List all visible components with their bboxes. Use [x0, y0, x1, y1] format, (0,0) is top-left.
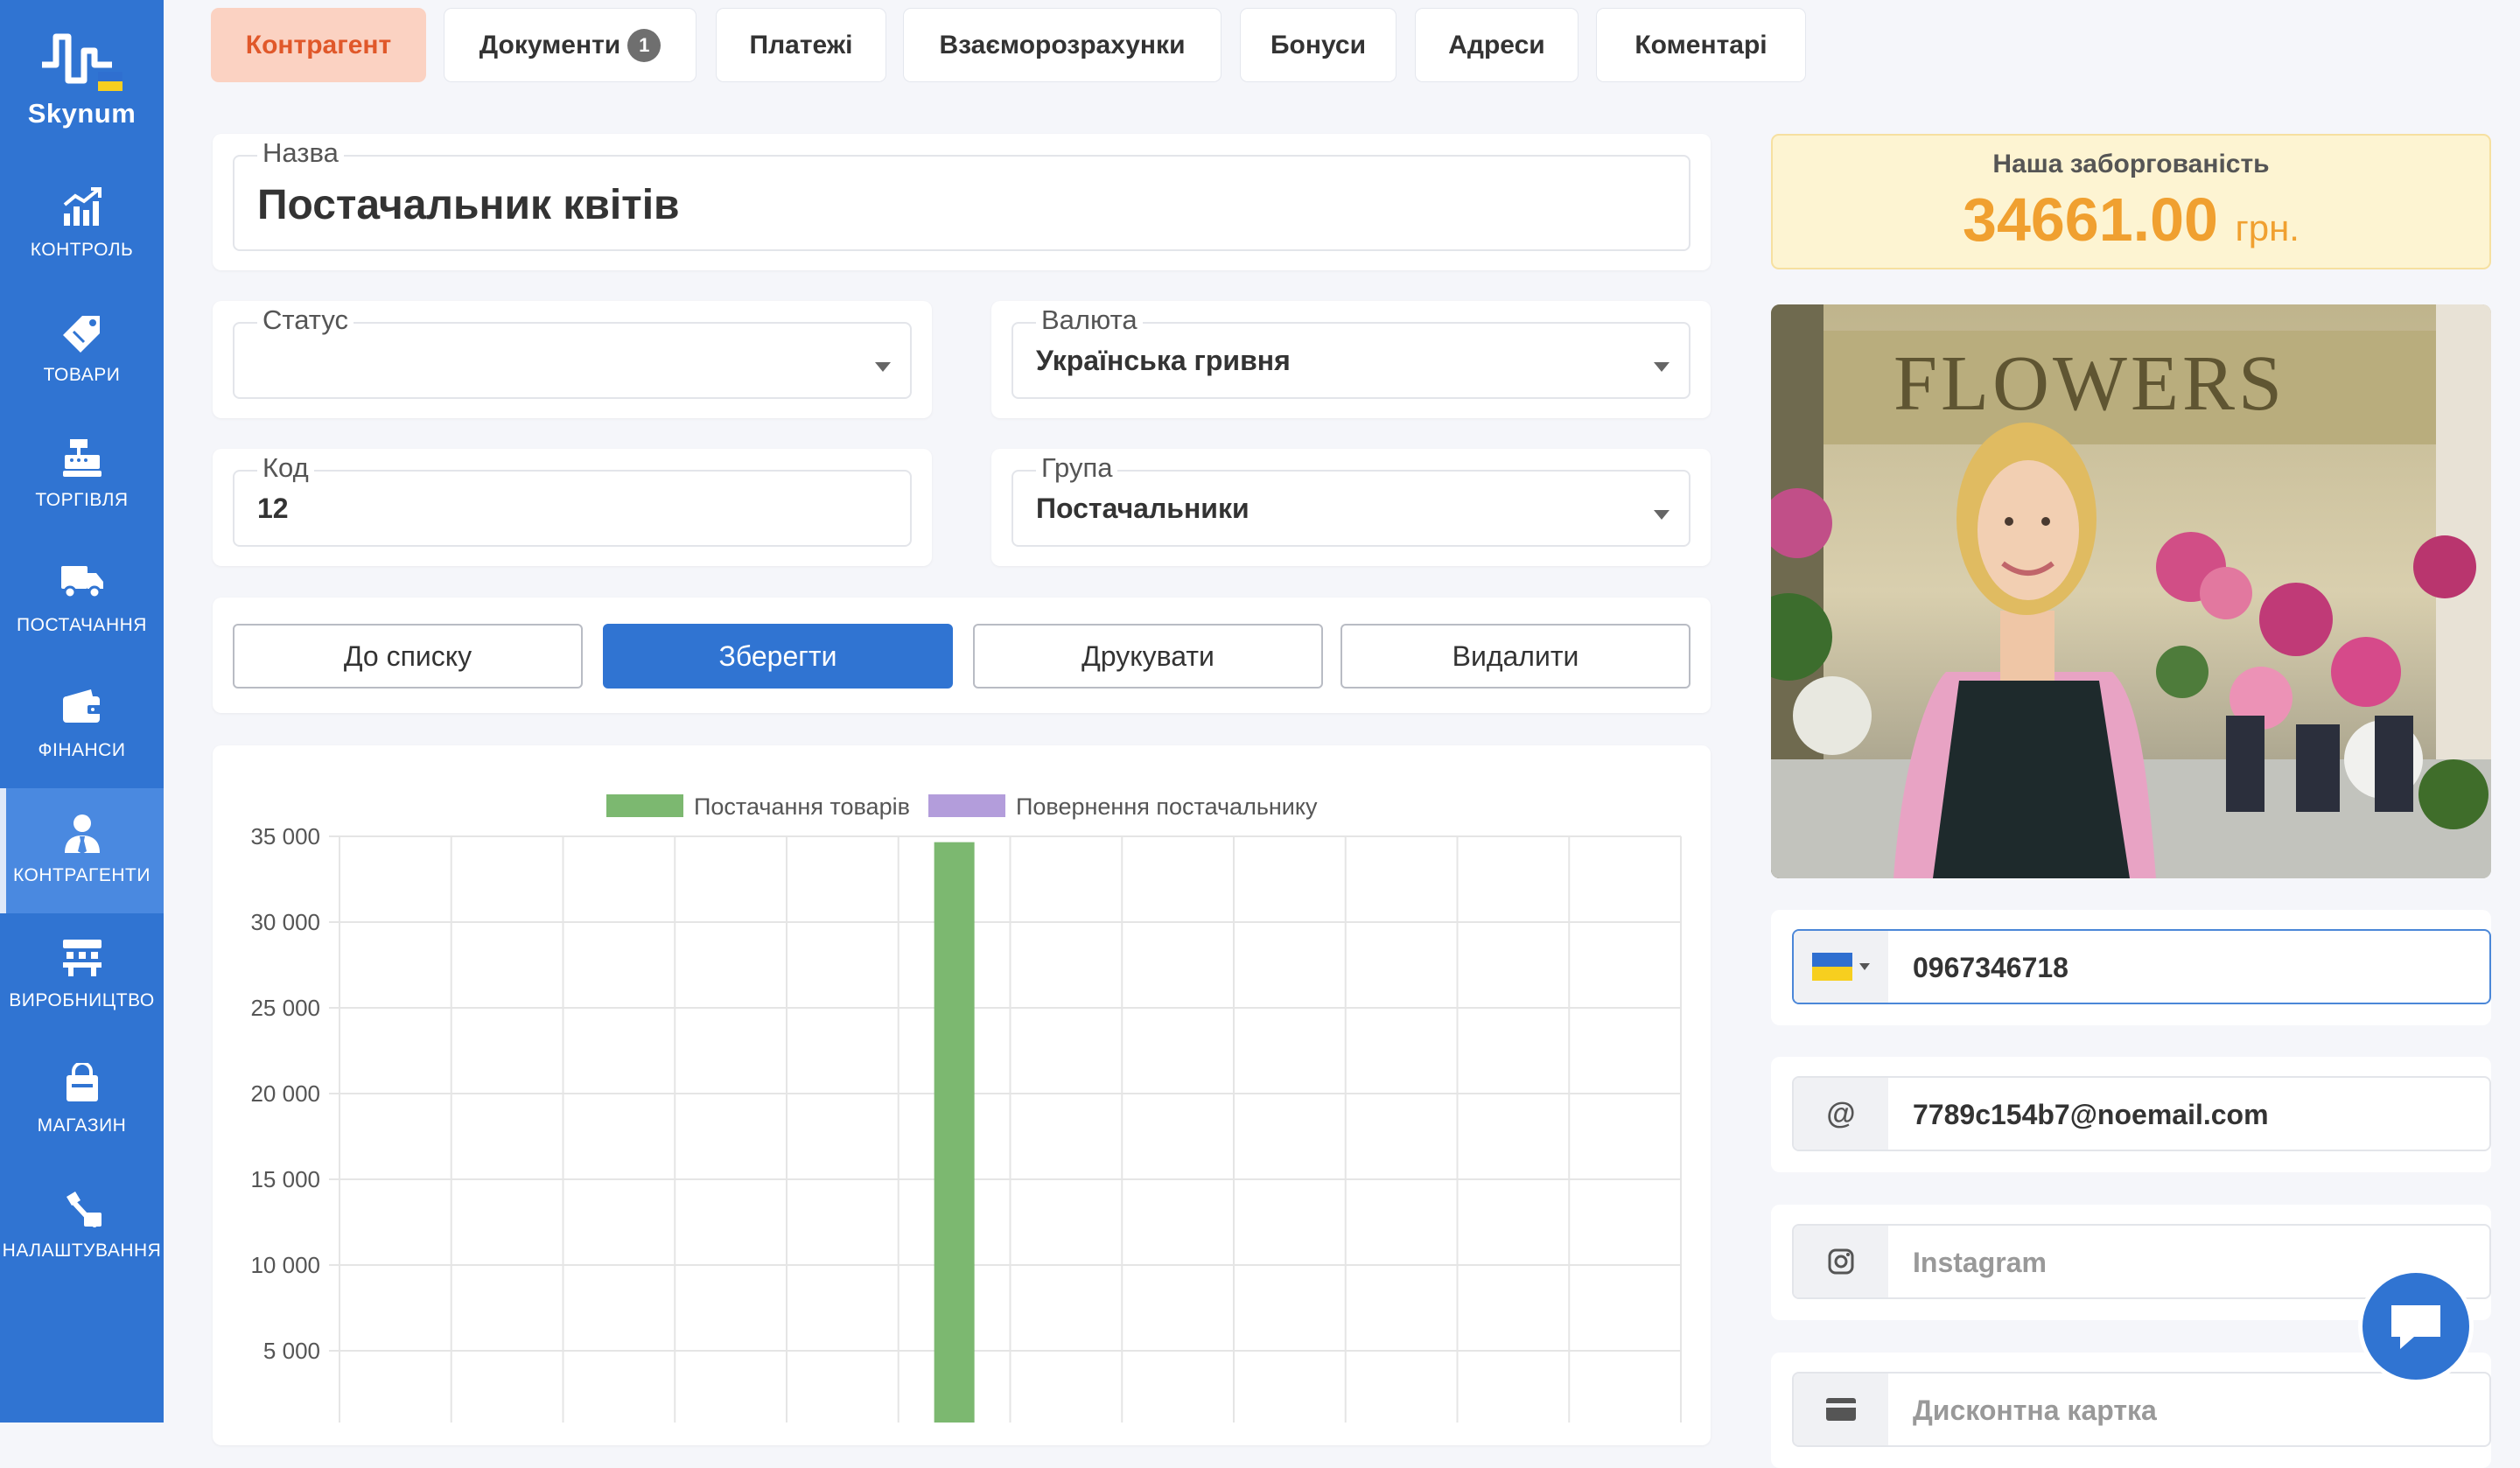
save-button[interactable]: Зберегти — [603, 624, 953, 689]
logo-wave-icon — [42, 33, 122, 91]
email-input[interactable]: @ 7789c154b7@noemail.com — [1792, 1076, 2491, 1151]
sidebar-item-trade[interactable]: ТОРГІВЛЯ — [0, 413, 164, 538]
chevron-down-icon — [1654, 510, 1670, 520]
tab-comments[interactable]: Коментарі — [1596, 8, 1806, 82]
wallet-icon — [62, 689, 102, 723]
name-card: Назва Постачальник квітів — [213, 134, 1711, 270]
supply-chart: 35 000 30 000 25 000 20 000 15 000 10 000 5 00… — [250, 793, 1682, 1423]
documents-count-badge: 1 — [627, 28, 662, 62]
code-label: Код — [257, 452, 314, 484]
code-value: 12 — [257, 493, 289, 524]
sidebar-item-contractors[interactable]: КОНТРАГЕНТИ — [0, 788, 164, 913]
email-value: 7789c154b7@noemail.com — [1913, 1099, 2269, 1130]
delete-button[interactable]: Видалити — [1340, 624, 1690, 689]
logo[interactable]: Skynum — [0, 0, 164, 149]
at-icon: @ — [1794, 1078, 1888, 1150]
phone-input[interactable]: 0967346718 — [1792, 929, 2491, 1004]
phone-card: 0967346718 — [1771, 910, 2491, 1025]
sidebar-item-goods[interactable]: ТОВАРИ — [0, 288, 164, 413]
sidebar-nav: КОНТРОЛЬ ТОВАРИ ТОРГІВЛЯ ПОСТАЧАННЯ ФІНА… — [0, 163, 164, 1289]
group-select[interactable]: Група Постачальники — [1012, 452, 1690, 547]
code-field[interactable]: Код 12 — [233, 452, 912, 547]
sidebar-item-control[interactable]: КОНТРОЛЬ — [0, 163, 164, 288]
legend-label: Повернення постачальнику — [1016, 793, 1318, 820]
y-tick-label: 35 000 — [250, 823, 320, 849]
legend-swatch — [606, 794, 683, 817]
status-select[interactable]: Статус — [233, 304, 912, 399]
tab-payments[interactable]: Платежі — [716, 8, 886, 82]
instagram-icon — [1828, 1248, 1854, 1275]
code-card: Код 12 — [213, 449, 932, 566]
y-tick-label: 20 000 — [250, 1080, 320, 1107]
flower-shop-photo-image: FLOWERS — [1771, 304, 2491, 878]
cash-register-icon — [62, 439, 102, 477]
y-tick-label: 10 000 — [250, 1252, 320, 1278]
currency-select[interactable]: Валюта Українська гривня — [1012, 304, 1690, 399]
chevron-down-icon — [1859, 963, 1870, 970]
group-value: Постачальники — [1036, 493, 1250, 524]
sidebar-item-supply[interactable]: ПОСТАЧАННЯ — [0, 538, 164, 663]
y-tick-label: 30 000 — [250, 909, 320, 935]
email-card: @ 7789c154b7@noemail.com — [1771, 1057, 2491, 1172]
group-label: Група — [1036, 452, 1118, 484]
tab-settlements[interactable]: Взаєморозрахунки — [903, 8, 1222, 82]
instagram-placeholder: Instagram — [1913, 1247, 2047, 1278]
ukraine-flag-icon — [1812, 953, 1852, 981]
shop-bag-icon — [66, 1063, 98, 1101]
credit-card-icon — [1826, 1398, 1856, 1421]
tab-contractor[interactable]: Контрагент — [211, 8, 426, 82]
y-tick-label: 5 000 — [263, 1338, 320, 1364]
tab-bonuses[interactable]: Бонуси — [1240, 8, 1396, 82]
logo-text: Skynum — [27, 98, 136, 129]
debt-panel: Наша заборгованість 34661.00 грн. — [1771, 134, 2491, 269]
tab-addresses[interactable]: Адреси — [1415, 8, 1578, 82]
tools-icon — [66, 1192, 102, 1227]
sidebar-item-finance[interactable]: ФІНАНСИ — [0, 663, 164, 788]
sidebar-item-production[interactable]: ВИРОБНИЦТВО — [0, 913, 164, 1038]
sidebar: Skynum КОНТРОЛЬ ТОВАРИ ТОРГІВЛЯ ПОСТАЧАН… — [0, 0, 164, 1423]
discount-card-input[interactable]: Дисконтна картка — [1792, 1372, 2491, 1447]
currency-value: Українська гривня — [1036, 345, 1291, 376]
sidebar-item-settings[interactable]: НАЛАШТУВАННЯ — [0, 1164, 164, 1289]
phone-value: 0967346718 — [1913, 952, 2068, 983]
factory-icon — [62, 940, 102, 976]
chart-up-icon — [63, 187, 102, 226]
currency-label: Валюта — [1036, 304, 1143, 336]
legend-swatch — [928, 794, 1005, 817]
chat-button[interactable] — [2358, 1269, 2474, 1384]
currency-card: Валюта Українська гривня — [991, 301, 1711, 418]
name-label: Назва — [257, 137, 344, 169]
country-selector[interactable] — [1794, 931, 1888, 1003]
tab-documents[interactable]: Документи 1 — [444, 8, 696, 82]
sidebar-item-shop[interactable]: МАГАЗИН — [0, 1038, 164, 1164]
truck-icon — [60, 566, 103, 599]
contractor-photo[interactable]: FLOWERS — [1771, 304, 2491, 878]
y-tick-label: 15 000 — [250, 1166, 320, 1192]
name-field[interactable]: Назва Постачальник квітів — [233, 137, 1690, 251]
debt-currency: грн. — [2235, 207, 2300, 248]
chat-bubble-icon — [2391, 1305, 2440, 1349]
chevron-down-icon — [875, 362, 891, 372]
user-tie-icon — [64, 814, 100, 854]
status-card: Статус — [213, 301, 932, 418]
legend-label: Постачання товарів — [694, 793, 910, 820]
y-tick-label: 25 000 — [250, 995, 320, 1021]
print-button[interactable]: Друкувати — [973, 624, 1323, 689]
back-to-list-button[interactable]: До списку — [233, 624, 583, 689]
name-value: Постачальник квітів — [257, 182, 680, 228]
debt-title: Наша заборгованість — [1992, 150, 2270, 178]
chevron-down-icon — [1654, 362, 1670, 372]
discount-card-placeholder: Дисконтна картка — [1913, 1395, 2157, 1426]
shop-sign-text: FLOWERS — [1894, 340, 2286, 427]
debt-amount: 34661.00 грн. — [1963, 185, 2300, 254]
chart-bar — [934, 842, 975, 1423]
tags-icon — [62, 316, 100, 353]
group-card: Група Постачальники — [991, 449, 1711, 566]
status-label: Статус — [257, 304, 354, 336]
